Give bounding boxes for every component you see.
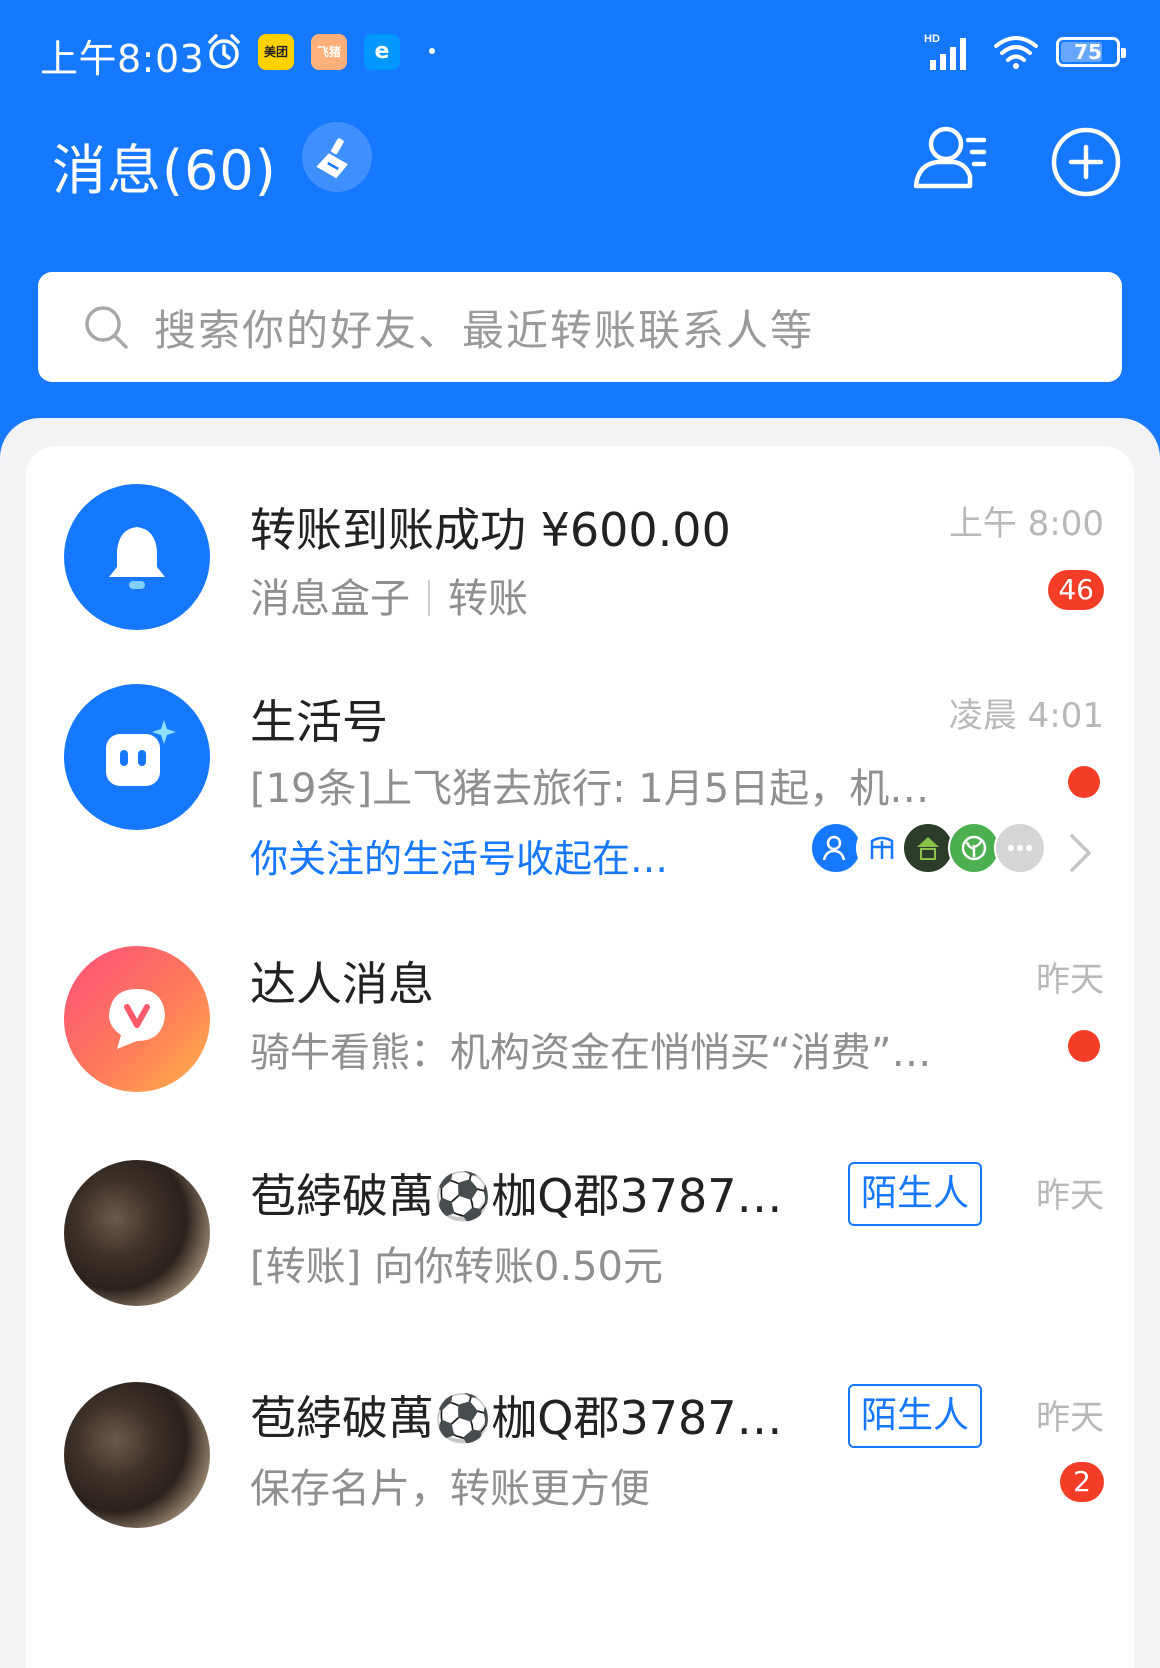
- item-time: 昨天: [1036, 960, 1104, 1000]
- battery-indicator: 75: [1056, 37, 1126, 67]
- item-subtitle: 消息盒子 转账: [250, 566, 528, 624]
- wifi-icon: [994, 36, 1038, 69]
- item-subtitle: 骑牛看熊：机构资金在悄悄买“消费”…: [250, 1030, 932, 1076]
- person-icon: [822, 835, 846, 861]
- more-notifications-dot: [429, 48, 435, 54]
- alarm-icon: [208, 34, 240, 69]
- stranger-tag: 陌生人: [848, 1162, 982, 1226]
- item-subtitle: 保存名片，转账更方便: [250, 1466, 650, 1512]
- avatar: [64, 484, 210, 630]
- followed-accounts-link[interactable]: 你关注的生活号收起在…: [250, 828, 668, 883]
- avatar: [64, 1160, 210, 1306]
- user-photo: [64, 1382, 210, 1528]
- followed-account-avatars[interactable]: [810, 822, 1046, 874]
- mini-avatar: [810, 822, 862, 874]
- v-chat-icon: [109, 989, 165, 1049]
- search-placeholder: 搜索你的好友、最近转账联系人等: [154, 305, 815, 355]
- clean-unread-button[interactable]: [302, 122, 372, 192]
- item-title: 苞綍破萬⚽枷Q郡3787…: [250, 1391, 783, 1445]
- item-title: 转账到账成功 ¥600.00: [250, 503, 731, 557]
- message-item-transfer[interactable]: 转账到账成功 ¥600.00 消息盒子 转账 上午 8:00 46: [26, 446, 1134, 656]
- brand-logo-icon: [870, 836, 894, 859]
- item-time: 凌晨 4:01: [948, 696, 1104, 736]
- bell-icon: [109, 527, 165, 589]
- item-title: 苞綍破萬⚽枷Q郡3787…: [250, 1169, 783, 1223]
- subtitle-type: 转账: [448, 576, 528, 622]
- item-subtitle: [19条]上飞猪去旅行: 1月5日起，机…: [250, 766, 930, 812]
- item-subtitle: [转账] 向你转账0.50元: [250, 1244, 663, 1290]
- search-icon: [85, 306, 128, 349]
- broom-icon: [316, 138, 348, 179]
- battery-label: 75: [1074, 40, 1102, 64]
- chevron-right-icon: [1070, 834, 1091, 872]
- mini-avatar: [948, 822, 1000, 874]
- signal-icon: HD: [924, 33, 966, 70]
- contacts-icon: [913, 126, 987, 189]
- divider: [428, 580, 430, 616]
- hd-label: HD: [924, 33, 940, 45]
- avatar: [64, 946, 210, 1092]
- user-photo: [64, 1160, 210, 1306]
- subtitle-source: 消息盒子: [250, 576, 410, 622]
- leaf-icon: [961, 835, 987, 861]
- unread-dot: [1068, 1030, 1100, 1062]
- status-bar: 上午8:03 美团 飞猪 e HD 75: [0, 0, 1160, 100]
- add-button[interactable]: [1050, 126, 1122, 198]
- mini-avatar: [856, 822, 908, 874]
- message-item-expert[interactable]: 达人消息 骑牛看熊：机构资金在悄悄买“消费”… 昨天: [26, 936, 1134, 1150]
- life-account-icon: [106, 720, 176, 786]
- brand-logo-icon: [917, 837, 939, 860]
- ellipsis-icon: [1008, 845, 1032, 851]
- unread-badge: 46: [1048, 570, 1104, 610]
- stranger-tag: 陌生人: [848, 1384, 982, 1448]
- message-item-stranger-1[interactable]: 苞綍破萬⚽枷Q郡3787… 陌生人 [转账] 向你转账0.50元 昨天: [26, 1150, 1134, 1372]
- search-input[interactable]: 搜索你的好友、最近转账联系人等: [38, 272, 1122, 382]
- item-title: 达人消息: [250, 957, 434, 1011]
- message-item-stranger-2[interactable]: 苞綍破萬⚽枷Q郡3787… 陌生人 保存名片，转账更方便 昨天 2: [26, 1372, 1134, 1594]
- plus-circle-icon: [1051, 127, 1121, 197]
- page-title: 消息(60): [52, 139, 277, 202]
- message-list: 转账到账成功 ¥600.00 消息盒子 转账 上午 8:00 46 生活号 [19…: [26, 446, 1134, 1668]
- item-title: 生活号: [250, 695, 388, 749]
- mini-avatar: [902, 822, 954, 874]
- status-time: 上午8:03: [40, 37, 205, 81]
- feizhu-app-icon: 飞猪: [311, 34, 347, 70]
- item-time: 上午 8:00: [948, 504, 1104, 544]
- avatar: [64, 684, 210, 830]
- unread-badge: 2: [1060, 1462, 1104, 1502]
- eleme-app-icon: e: [364, 34, 400, 70]
- more-avatars: [994, 822, 1046, 874]
- unread-dot: [1068, 766, 1100, 798]
- status-indicators: HD 75: [924, 30, 1126, 74]
- item-time: 昨天: [1036, 1176, 1104, 1216]
- meituan-app-icon: 美团: [258, 34, 294, 70]
- contacts-button[interactable]: [912, 122, 992, 198]
- avatar: [64, 1382, 210, 1528]
- message-item-life-account[interactable]: 生活号 [19条]上飞猪去旅行: 1月5日起，机… 凌晨 4:01 你关注的生活…: [26, 656, 1134, 936]
- item-time: 昨天: [1036, 1398, 1104, 1438]
